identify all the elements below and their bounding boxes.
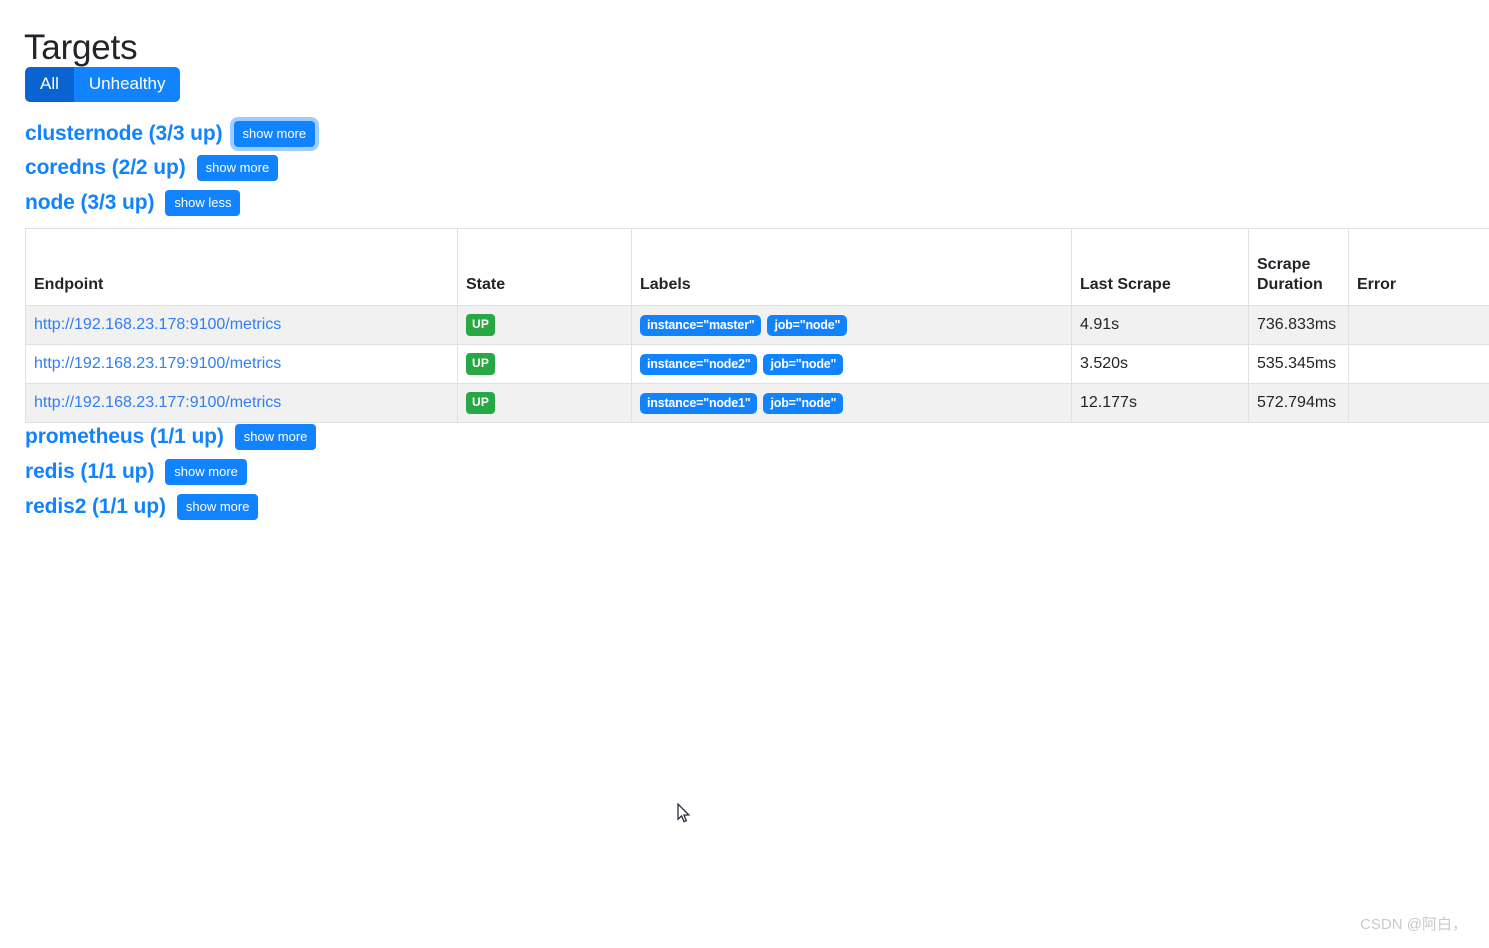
job-header-redis: redis (1/1 up) show more (25, 459, 247, 485)
label-badge-instance[interactable]: instance="master" (640, 314, 762, 336)
column-header-state: State (457, 228, 632, 306)
status-badge: UP (466, 392, 496, 414)
job-header-prometheus: prometheus (1/1 up) show more (25, 424, 317, 450)
job-header-node: node (3/3 up) show less (25, 190, 241, 216)
cell-last-scrape: 4.91s (1071, 305, 1249, 345)
cell-endpoint: http://192.168.23.179:9100/metrics (25, 344, 458, 384)
cell-error (1348, 305, 1489, 345)
column-header-scrape-duration: Scrape Duration (1248, 228, 1349, 306)
targets-page: Targets All Unhealthy clusternode (3/3 u… (0, 0, 1489, 948)
label-badge-instance[interactable]: instance="node1" (640, 392, 758, 414)
table-body: http://192.168.23.178:9100/metrics UP in… (25, 305, 1489, 423)
label-badge-job[interactable]: job="node" (767, 314, 848, 336)
watermark: CSDN @阿白， (1360, 916, 1467, 933)
job-title-redis2[interactable]: redis2 (1/1 up) (25, 494, 166, 520)
cell-error (1348, 344, 1489, 384)
job-title-node[interactable]: node (3/3 up) (25, 190, 154, 216)
job-title-coredns[interactable]: coredns (2/2 up) (25, 155, 186, 181)
cell-state: UP (457, 344, 632, 384)
job-header-clusternode: clusternode (3/3 up) show more (25, 121, 316, 147)
cell-scrape-duration: 535.345ms (1248, 344, 1349, 384)
cell-last-scrape: 3.520s (1071, 344, 1249, 384)
status-badge: UP (466, 353, 496, 375)
targets-table-node: Endpoint State Labels Last Scrape Scrape… (25, 228, 1489, 423)
cell-labels: instance="node1" job="node" (631, 383, 1072, 423)
cell-state: UP (457, 305, 632, 345)
status-badge: UP (466, 314, 496, 336)
cell-scrape-duration: 572.794ms (1248, 383, 1349, 423)
show-more-button-prometheus[interactable]: show more (234, 424, 317, 450)
job-title-clusternode[interactable]: clusternode (3/3 up) (25, 121, 223, 147)
cell-labels: instance="master" job="node" (631, 305, 1072, 345)
job-title-prometheus[interactable]: prometheus (1/1 up) (25, 424, 224, 450)
show-more-button-coredns[interactable]: show more (196, 155, 279, 181)
column-header-last-scrape: Last Scrape (1071, 228, 1249, 306)
page-title: Targets (24, 28, 138, 68)
table-row: http://192.168.23.179:9100/metrics UP in… (25, 344, 1489, 384)
filter-all-button[interactable]: All (25, 67, 74, 102)
cell-state: UP (457, 383, 632, 423)
endpoint-link[interactable]: http://192.168.23.177:9100/metrics (34, 394, 281, 411)
job-header-coredns: coredns (2/2 up) show more (25, 155, 279, 181)
show-more-button-clusternode[interactable]: show more (233, 121, 316, 147)
column-header-error: Error (1348, 228, 1489, 306)
table-header: Endpoint State Labels Last Scrape Scrape… (25, 228, 1489, 306)
cell-last-scrape: 12.177s (1071, 383, 1249, 423)
table-row: http://192.168.23.177:9100/metrics UP in… (25, 383, 1489, 423)
cell-error (1348, 383, 1489, 423)
label-badge-job[interactable]: job="node" (763, 353, 844, 375)
filter-unhealthy-button[interactable]: Unhealthy (73, 67, 181, 102)
label-badge-instance[interactable]: instance="node2" (640, 353, 758, 375)
cell-scrape-duration: 736.833ms (1248, 305, 1349, 345)
cell-labels: instance="node2" job="node" (631, 344, 1072, 384)
column-header-labels: Labels (631, 228, 1072, 306)
endpoint-link[interactable]: http://192.168.23.178:9100/metrics (34, 316, 281, 333)
table-row: http://192.168.23.178:9100/metrics UP in… (25, 305, 1489, 345)
cell-endpoint: http://192.168.23.178:9100/metrics (25, 305, 458, 345)
show-more-button-redis[interactable]: show more (165, 459, 247, 485)
job-title-redis[interactable]: redis (1/1 up) (25, 459, 154, 485)
show-more-button-redis2[interactable]: show more (176, 494, 259, 520)
mouse-cursor-icon (677, 802, 691, 825)
cell-endpoint: http://192.168.23.177:9100/metrics (25, 383, 458, 423)
label-badge-job[interactable]: job="node" (763, 392, 844, 414)
endpoint-link[interactable]: http://192.168.23.179:9100/metrics (34, 355, 281, 372)
column-header-endpoint: Endpoint (25, 228, 458, 306)
job-header-redis2: redis2 (1/1 up) show more (25, 494, 259, 520)
show-less-button-node[interactable]: show less (165, 190, 241, 216)
target-filter-button-group: All Unhealthy (25, 67, 181, 102)
table-header-row: Endpoint State Labels Last Scrape Scrape… (25, 228, 1489, 306)
